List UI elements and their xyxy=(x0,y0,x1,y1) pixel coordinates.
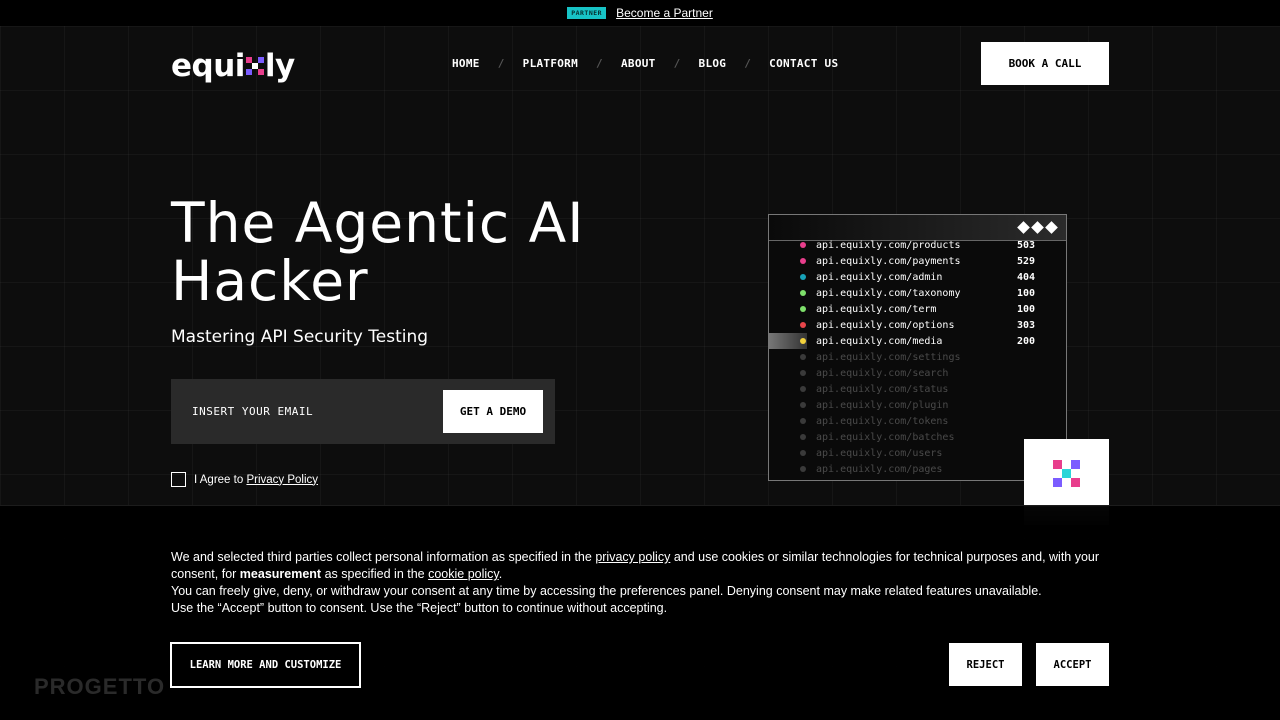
cookie-banner: We and selected third parties collect pe… xyxy=(0,505,1280,720)
status-dot-icon xyxy=(800,434,806,440)
terminal-row: api.equixly.com/search xyxy=(769,365,1066,381)
endpoint-path: api.equixly.com/term xyxy=(816,303,937,315)
status-dot-icon xyxy=(800,338,806,344)
status-code: 200 xyxy=(1017,335,1036,347)
terminal-row: api.equixly.com/options 303 xyxy=(769,317,1066,333)
endpoint-path: api.equixly.com/search xyxy=(816,367,949,379)
partner-badge: PARTNER xyxy=(567,7,607,19)
learn-more-button[interactable]: LEARN MORE AND CUSTOMIZE xyxy=(170,642,361,688)
terminal-row: api.equixly.com/term 100 xyxy=(769,301,1066,317)
endpoint-path: api.equixly.com/pages xyxy=(816,463,943,475)
terminal-row: api.equixly.com/payments 529 xyxy=(769,253,1066,269)
nav-home[interactable]: HOME xyxy=(452,57,480,70)
status-dot-icon xyxy=(800,370,806,376)
status-dot-icon xyxy=(800,258,806,264)
status-dot-icon xyxy=(800,290,806,296)
status-dot-icon xyxy=(800,450,806,456)
cookie-instructions: Use the “Accept” button to consent. Use … xyxy=(171,601,668,615)
nav-contact-us[interactable]: CONTACT US xyxy=(769,57,838,70)
main-nav: HOME / PLATFORM / ABOUT / BLOG / CONTACT… xyxy=(452,57,838,70)
privacy-agree: I Agree to Privacy Policy xyxy=(171,472,318,487)
endpoint-path: api.equixly.com/options xyxy=(816,319,955,331)
cookie-consent-text: You can freely give, deny, or withdraw y… xyxy=(171,584,1042,598)
terminal-row: api.equixly.com/products 503 xyxy=(769,237,1066,253)
terminal-row: api.equixly.com/admin 404 xyxy=(769,269,1066,285)
status-dot-icon xyxy=(800,402,806,408)
x-logo-icon xyxy=(1053,459,1080,487)
logo-prefix: equi xyxy=(171,48,245,84)
hero-title-line2: Hacker xyxy=(171,249,369,313)
status-code: 100 xyxy=(1017,287,1036,299)
nav-separator: / xyxy=(596,57,603,70)
announcement-bar: PARTNER Become a Partner xyxy=(0,0,1280,26)
status-code: 529 xyxy=(1017,255,1036,267)
status-code: 503 xyxy=(1017,239,1036,251)
terminal-row: api.equixly.com/status xyxy=(769,381,1066,397)
status-dot-icon xyxy=(800,386,806,392)
logo-x-icon xyxy=(245,57,264,75)
logo-suffix: ly xyxy=(264,48,295,84)
cookie-text: We and selected third parties collect pe… xyxy=(171,550,1100,615)
terminal-row: api.equixly.com/taxonomy 100 xyxy=(769,285,1066,301)
nav-about[interactable]: ABOUT xyxy=(621,57,656,70)
privacy-policy-link[interactable]: Privacy Policy xyxy=(246,474,318,486)
nav-blog[interactable]: BLOG xyxy=(699,57,727,70)
status-code: 404 xyxy=(1017,271,1036,283)
terminal-row: api.equixly.com/plugin xyxy=(769,397,1066,413)
privacy-checkbox[interactable] xyxy=(171,472,186,487)
nav-separator: / xyxy=(497,57,505,70)
api-terminal: api.equixly.com/products 503 api.equixly.c… xyxy=(768,214,1067,481)
status-dot-icon xyxy=(800,354,806,360)
site-header: equi ly HOME / PLATFORM / ABOUT / BLOG /… xyxy=(171,42,1109,86)
endpoint-path: api.equixly.com/taxonomy xyxy=(816,287,961,299)
status-dot-icon xyxy=(800,274,806,280)
nav-platform[interactable]: PLATFORM xyxy=(523,57,578,70)
background-faded-text: PROGETTO xyxy=(34,674,166,699)
reject-button[interactable]: REJECT xyxy=(949,643,1022,686)
endpoint-path: api.equixly.com/plugin xyxy=(816,399,949,411)
endpoint-path: api.equixly.com/tokens xyxy=(816,415,949,427)
terminal-row: api.equixly.com/tokens xyxy=(769,413,1066,429)
endpoint-path: api.equixly.com/payments xyxy=(816,255,961,267)
status-dot-icon xyxy=(800,418,806,424)
email-input[interactable] xyxy=(192,401,432,421)
endpoint-path: api.equixly.com/products xyxy=(816,239,961,251)
terminal-row: api.equixly.com/settings xyxy=(769,349,1066,365)
terminal-row: api.equixly.com/batches xyxy=(769,429,1066,445)
x-logo-card xyxy=(1024,439,1109,507)
get-a-demo-button[interactable]: GET A DEMO xyxy=(443,390,543,433)
status-dot-icon xyxy=(800,242,806,248)
status-dot-icon xyxy=(800,466,806,472)
email-form: GET A DEMO xyxy=(171,379,555,444)
status-dot-icon xyxy=(800,306,806,312)
nav-separator: / xyxy=(673,57,681,70)
accept-button[interactable]: ACCEPT xyxy=(1036,643,1109,686)
endpoint-path: api.equixly.com/users xyxy=(816,447,943,459)
nav-separator: / xyxy=(744,57,752,70)
terminal-rows: api.equixly.com/products 503 api.equixly.c… xyxy=(769,237,1066,477)
hero-subtitle: Mastering API Security Testing xyxy=(171,327,429,347)
terminal-row: api.equixly.com/users xyxy=(769,445,1066,461)
terminal-row: api.equixly.com/pages xyxy=(769,461,1066,477)
endpoint-path: api.equixly.com/status xyxy=(816,383,949,395)
terminal-row: api.equixly.com/media 200 xyxy=(769,333,1066,349)
endpoint-path: api.equixly.com/admin xyxy=(816,271,943,283)
window-controls-icon xyxy=(1017,221,1058,234)
endpoint-path: api.equixly.com/media xyxy=(816,335,943,347)
status-dot-icon xyxy=(800,322,806,328)
status-code: 303 xyxy=(1017,319,1036,331)
privacy-policy-link[interactable]: privacy policy xyxy=(595,550,670,564)
status-code: 100 xyxy=(1017,303,1036,315)
logo[interactable]: equi ly xyxy=(171,48,295,84)
endpoint-path: api.equixly.com/settings xyxy=(816,351,961,363)
cookie-policy-link[interactable]: cookie policy xyxy=(428,567,499,581)
endpoint-path: api.equixly.com/batches xyxy=(816,431,955,443)
hero-title: The Agentic AI Hacker xyxy=(171,194,584,310)
agree-label: I Agree to Privacy Policy xyxy=(194,473,319,486)
book-a-call-button[interactable]: BOOK A CALL xyxy=(981,42,1109,85)
hero-title-line1: The Agentic AI xyxy=(171,191,585,255)
become-partner-link[interactable]: Become a Partner xyxy=(616,6,713,20)
